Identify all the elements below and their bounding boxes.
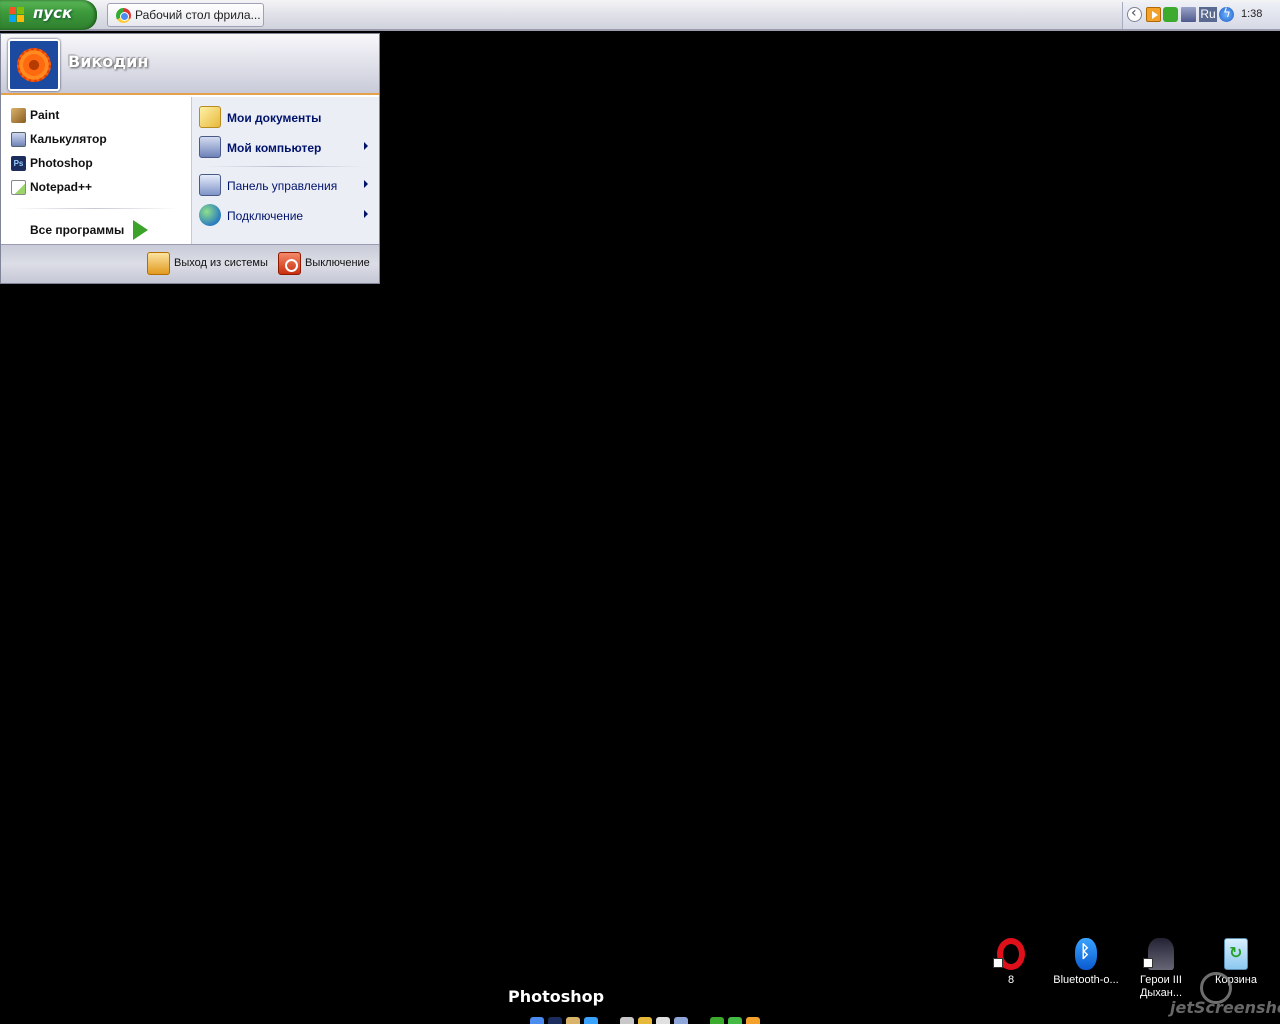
place-my-documents[interactable]: Мои документы [198, 104, 376, 130]
taskbar: пуск Рабочий стол фрила... Ru 1:38 [0, 0, 1280, 31]
windows-logo-icon [9, 7, 26, 24]
program-photoshop[interactable]: Ps Photoshop [11, 153, 183, 173]
desktop-icon-label: Bluetooth-о... [1053, 974, 1119, 986]
places-panel: Мои документы Мой компьютер Панель управ… [191, 97, 379, 244]
username: Викодин [68, 52, 149, 71]
documents-folder-icon [199, 106, 221, 128]
pinned-programs: Paint Калькулятор Ps Photoshop Notepad++… [1, 97, 191, 244]
drive-icon[interactable] [620, 1017, 634, 1024]
shortcut-arrow-icon [1143, 958, 1153, 968]
submenu-arrow-icon [364, 142, 368, 150]
submenu-arrow-icon [364, 180, 368, 188]
logout-label: Выход из системы [174, 257, 268, 269]
paint-icon [11, 108, 26, 123]
document-icon[interactable] [656, 1017, 670, 1024]
program-calculator[interactable]: Калькулятор [11, 129, 183, 149]
submenu-arrow-icon [364, 210, 368, 218]
system-tray: Ru 1:38 [1122, 2, 1280, 29]
place-control-panel[interactable]: Панель управления [198, 172, 376, 198]
start-menu-footer: Выход из системы Выключение [1, 244, 379, 283]
desktop-icon-label: Герои III Дыхан... [1139, 974, 1183, 999]
photoshop-icon[interactable] [548, 1017, 562, 1024]
language-indicator[interactable]: Ru [1199, 7, 1217, 22]
place-my-computer[interactable]: Мой компьютер [198, 134, 376, 160]
power-button-icon [278, 252, 301, 275]
all-programs-label: Все программы [30, 223, 125, 237]
shutdown-label: Выключение [305, 257, 370, 269]
program-notepad-plus-plus[interactable]: Notepad++ [11, 177, 183, 197]
start-menu: Викодин Paint Калькулятор Ps Photoshop N… [0, 33, 380, 284]
watermark: jetScreenshot [1170, 998, 1280, 1017]
globe-icon [199, 204, 221, 226]
notes-icon[interactable] [674, 1017, 688, 1024]
chrome-icon [116, 8, 131, 23]
desktop-icon-opera[interactable]: 8 [973, 938, 1049, 1000]
folder-icon[interactable] [638, 1017, 652, 1024]
dock [528, 1015, 764, 1024]
photoshop-icon: Ps [11, 156, 26, 171]
program-label: Notepad++ [30, 180, 93, 194]
power-icon[interactable] [1219, 6, 1234, 22]
place-label: Мои документы [227, 111, 322, 125]
taskbar-item-label: Рабочий стол фрила... [135, 8, 261, 22]
winamp-icon[interactable] [746, 1017, 760, 1024]
calculator-icon [11, 132, 26, 147]
desktop-icon-label: 8 [1007, 974, 1015, 986]
start-menu-header: Викодин [1, 34, 379, 95]
program-paint[interactable]: Paint [11, 105, 183, 125]
skype-icon[interactable] [584, 1017, 598, 1024]
media-player-icon[interactable] [1146, 7, 1161, 22]
bluetooth-icon [1075, 938, 1097, 970]
desktop-icon-bluetooth[interactable]: Bluetooth-о... [1048, 938, 1124, 1000]
key-icon [147, 252, 170, 275]
paint-icon[interactable] [566, 1017, 580, 1024]
dock-tooltip: Photoshop [508, 987, 605, 1006]
logout-button[interactable]: Выход из системы [147, 252, 271, 276]
divider [206, 166, 366, 167]
clock[interactable]: 1:38 [1241, 8, 1262, 20]
desktop[interactable]: пуск Рабочий стол фрила... Ru 1:38 Викод… [0, 0, 1280, 1024]
notepad-icon [11, 180, 26, 195]
divider [11, 208, 179, 209]
place-label: Панель управления [227, 179, 338, 193]
desktop-icon-heroes[interactable]: Герои III Дыхан... [1123, 938, 1199, 1000]
green-arrow-icon [133, 220, 148, 240]
all-programs-button[interactable]: Все программы [30, 220, 180, 242]
icq-icon[interactable] [710, 1017, 724, 1024]
avatar[interactable] [8, 39, 60, 91]
program-label: Paint [30, 108, 60, 122]
utorrent-icon[interactable] [728, 1017, 742, 1024]
flower-icon [17, 48, 51, 82]
program-label: Калькулятор [30, 132, 107, 146]
program-label: Photoshop [30, 156, 93, 170]
start-label: пуск [33, 4, 73, 22]
recycle-bin-icon [1224, 938, 1248, 970]
place-connect-to[interactable]: Подключение [198, 202, 376, 228]
agent-icon[interactable] [1163, 7, 1178, 22]
start-button[interactable]: пуск [0, 0, 97, 30]
place-label: Подключение [227, 209, 304, 223]
control-panel-icon [199, 174, 221, 196]
computer-icon [199, 136, 221, 158]
place-label: Мой компьютер [227, 141, 322, 155]
chrome-icon[interactable] [530, 1017, 544, 1024]
shortcut-arrow-icon [993, 958, 1003, 968]
tray-collapse-icon[interactable] [1127, 5, 1142, 22]
taskbar-item-chrome[interactable]: Рабочий стол фрила... [107, 3, 264, 27]
network-icon[interactable] [1181, 7, 1196, 22]
shutdown-button[interactable]: Выключение [278, 252, 374, 276]
